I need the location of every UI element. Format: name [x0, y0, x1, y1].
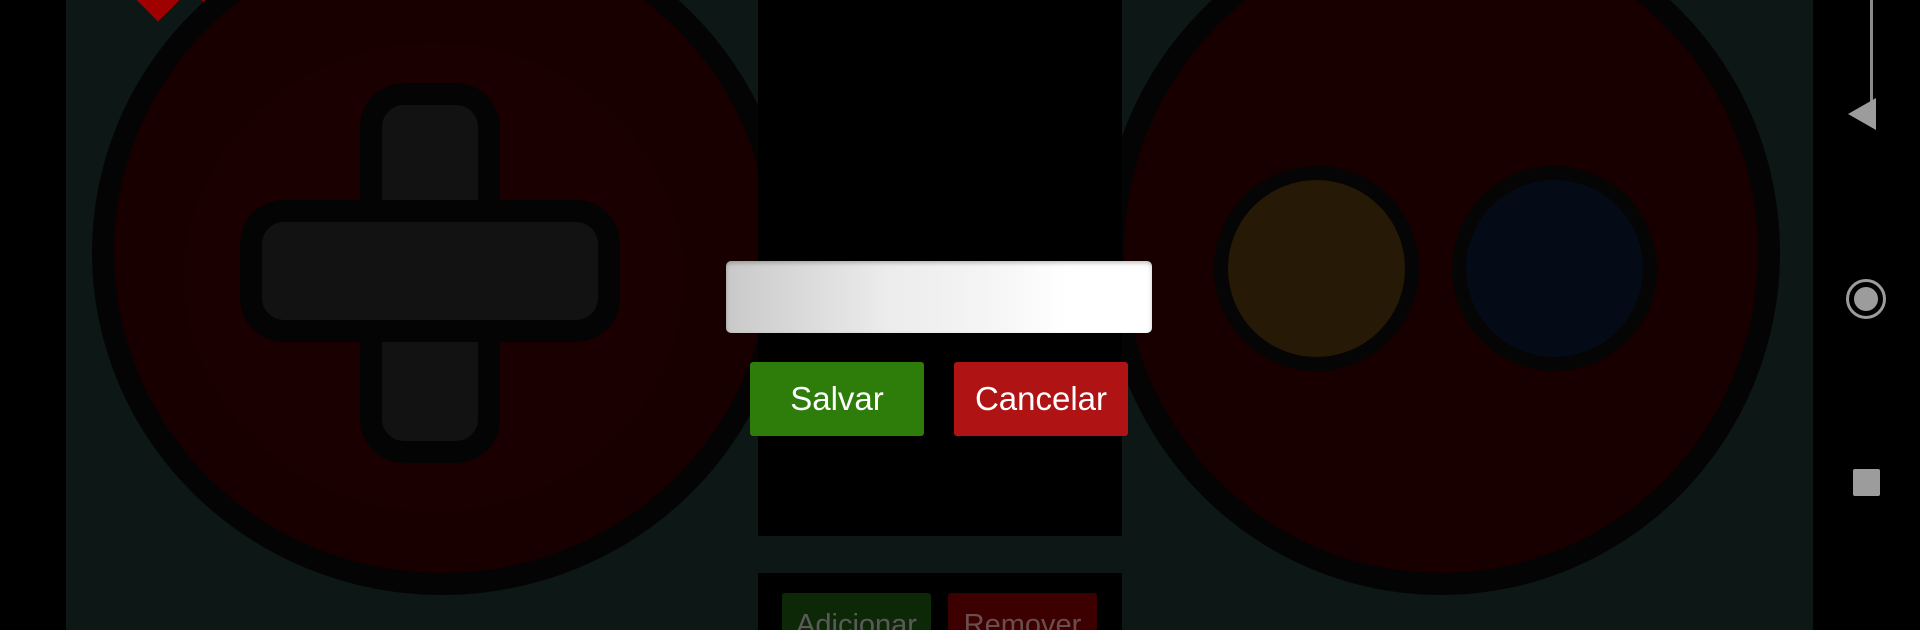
yellow-face-button[interactable]: [1214, 166, 1419, 371]
name-input[interactable]: [726, 261, 1152, 333]
recent-apps-icon[interactable]: [1853, 469, 1880, 496]
dpad-icon: [382, 222, 478, 320]
app-screen: Adicionar Remover Salvar Cancelar: [0, 0, 1920, 630]
cancel-button[interactable]: Cancelar: [954, 362, 1128, 436]
back-icon[interactable]: [1848, 98, 1876, 130]
scroll-handle[interactable]: [1870, 0, 1873, 104]
add-button[interactable]: Adicionar: [782, 593, 931, 630]
home-icon[interactable]: [1846, 279, 1886, 319]
screen-edge-left: [0, 0, 66, 630]
remove-button[interactable]: Remover: [948, 593, 1097, 630]
blue-face-button[interactable]: [1452, 166, 1657, 371]
save-button[interactable]: Salvar: [750, 362, 924, 436]
